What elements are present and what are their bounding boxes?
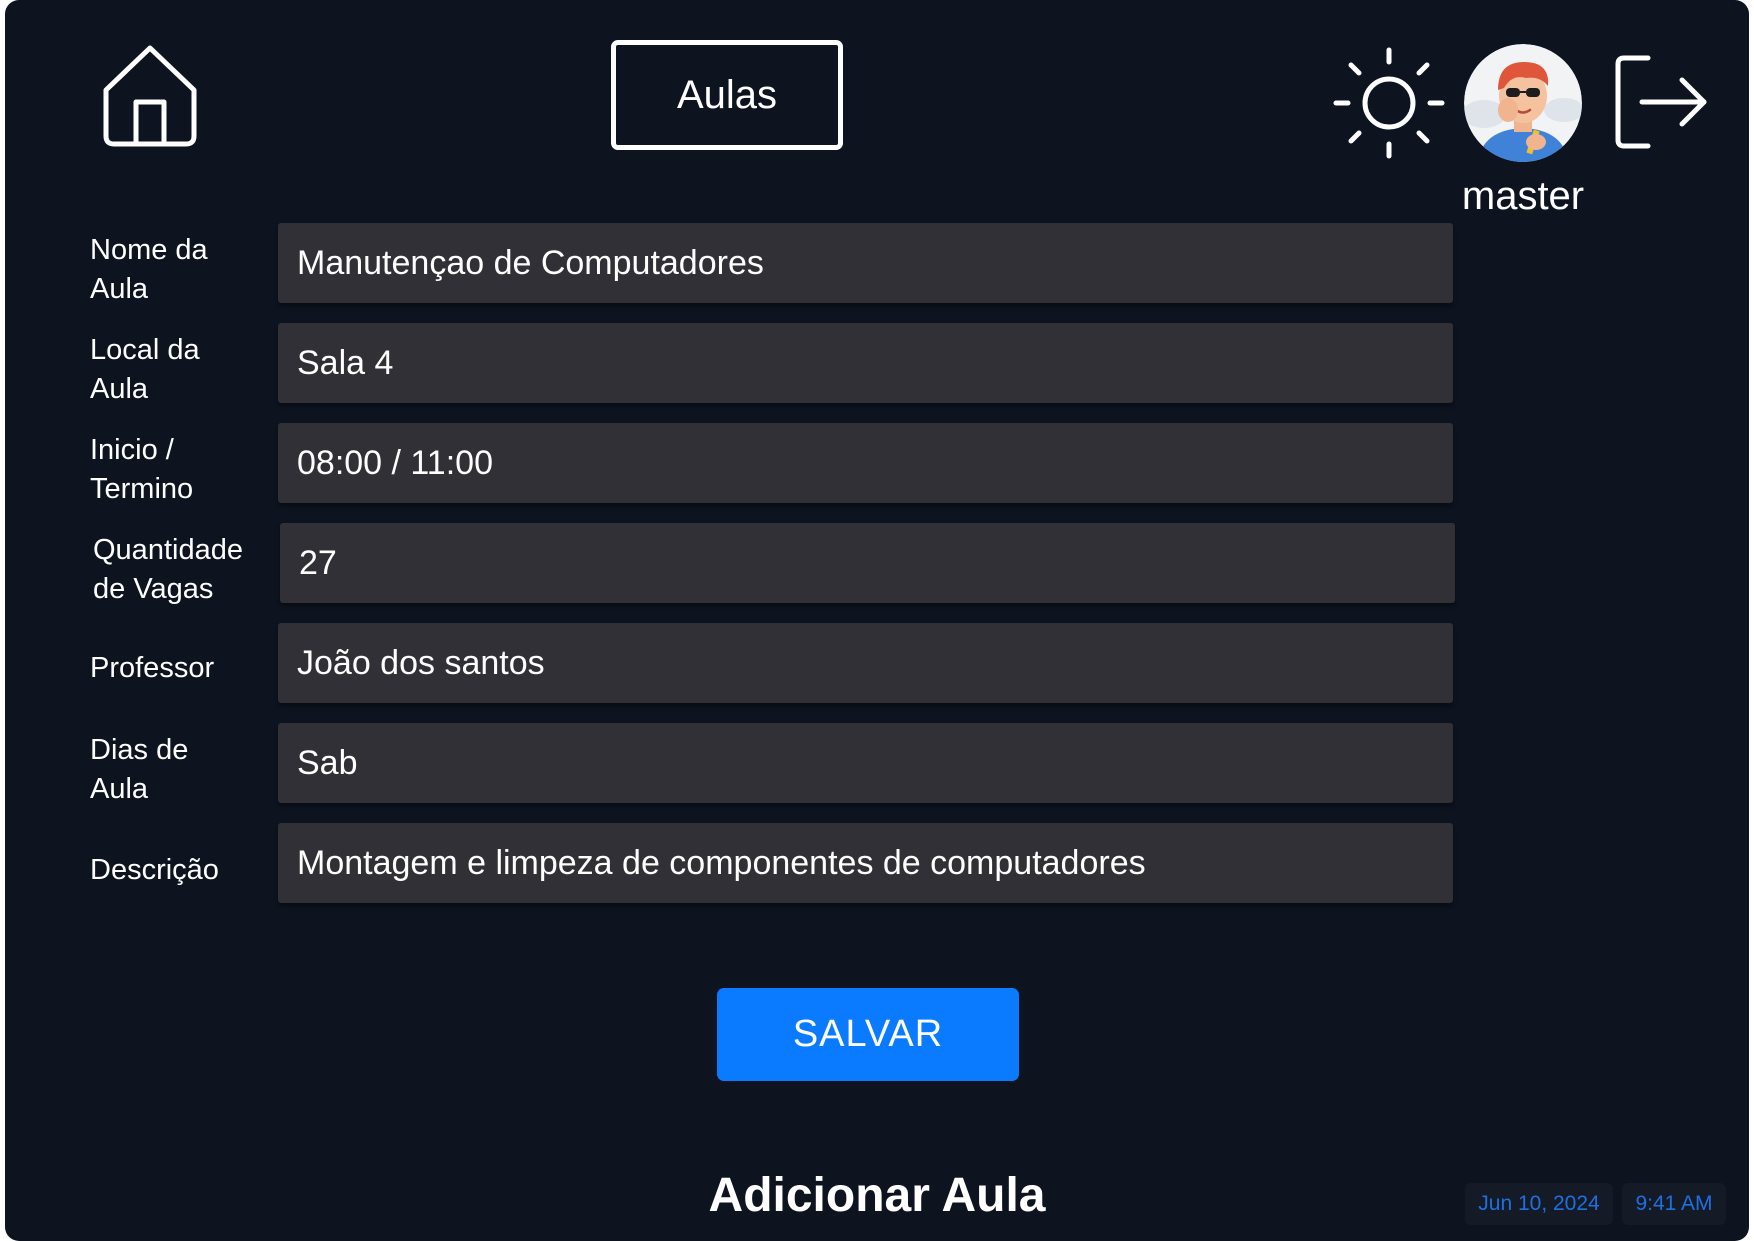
label-line: Descrição: [90, 854, 219, 886]
logout-icon: [1615, 55, 1707, 149]
app-window: Aulas master Nome da Aula Manutençao de …: [5, 0, 1749, 1241]
label-line: de Vagas: [93, 573, 214, 605]
horario-input[interactable]: [278, 423, 1453, 503]
home-icon: [103, 45, 197, 147]
field-label-nome: Nome da Aula: [90, 231, 270, 309]
home-button[interactable]: [100, 40, 200, 150]
form-row-descricao: Descrição: [5, 823, 1749, 905]
save-button[interactable]: SALVAR: [717, 988, 1019, 1081]
label-line: Termino: [90, 473, 194, 505]
time-label: 9:41 AM: [1635, 1192, 1713, 1215]
time-chip[interactable]: 9:41 AM: [1622, 1183, 1726, 1225]
logout-button[interactable]: [1610, 52, 1710, 152]
field-label-descricao: Descrição: [90, 851, 270, 890]
form-row-nome: Nome da Aula: [5, 223, 1749, 305]
nome-aula-input[interactable]: [278, 223, 1453, 303]
form-row-professor: Professor: [5, 623, 1749, 705]
page-title-tab[interactable]: Aulas: [611, 40, 843, 150]
sun-icon: [1333, 47, 1445, 159]
form-row-local: Local da Aula: [5, 323, 1749, 405]
date-chip[interactable]: Jun 10, 2024: [1465, 1183, 1613, 1225]
label-line: Aula: [90, 773, 149, 805]
local-aula-input[interactable]: [278, 323, 1453, 403]
vagas-input[interactable]: [280, 523, 1455, 603]
theme-toggle-button[interactable]: [1330, 44, 1448, 162]
label-line: Inicio /: [90, 434, 174, 466]
page-title-label: Aulas: [676, 72, 778, 117]
field-label-vagas: Quantidade de Vagas: [93, 531, 273, 609]
form-row-vagas: Quantidade de Vagas: [5, 523, 1749, 605]
descricao-input[interactable]: [278, 823, 1453, 903]
username-label: master: [1461, 174, 1585, 218]
user-avatar[interactable]: [1464, 44, 1582, 162]
label-line: Nome da: [90, 234, 208, 266]
field-label-dias: Dias de Aula: [90, 731, 270, 809]
dias-aula-input[interactable]: [278, 723, 1453, 803]
field-label-horario: Inicio / Termino: [90, 431, 270, 509]
avatar-illustration: [1464, 44, 1582, 162]
label-line: Aula: [90, 273, 149, 305]
form-row-dias: Dias de Aula: [5, 723, 1749, 805]
label-line: Quantidade: [93, 534, 243, 566]
field-label-local: Local da Aula: [90, 331, 270, 409]
label-line: Professor: [90, 652, 215, 684]
form-row-horario: Inicio / Termino: [5, 423, 1749, 505]
label-line: Local da: [90, 334, 200, 366]
save-button-label: SALVAR: [792, 1013, 944, 1055]
field-label-professor: Professor: [90, 649, 270, 688]
label-line: Aula: [90, 373, 149, 405]
professor-input[interactable]: [278, 623, 1453, 703]
label-line: Dias de: [90, 734, 189, 766]
date-label: Jun 10, 2024: [1478, 1192, 1600, 1215]
